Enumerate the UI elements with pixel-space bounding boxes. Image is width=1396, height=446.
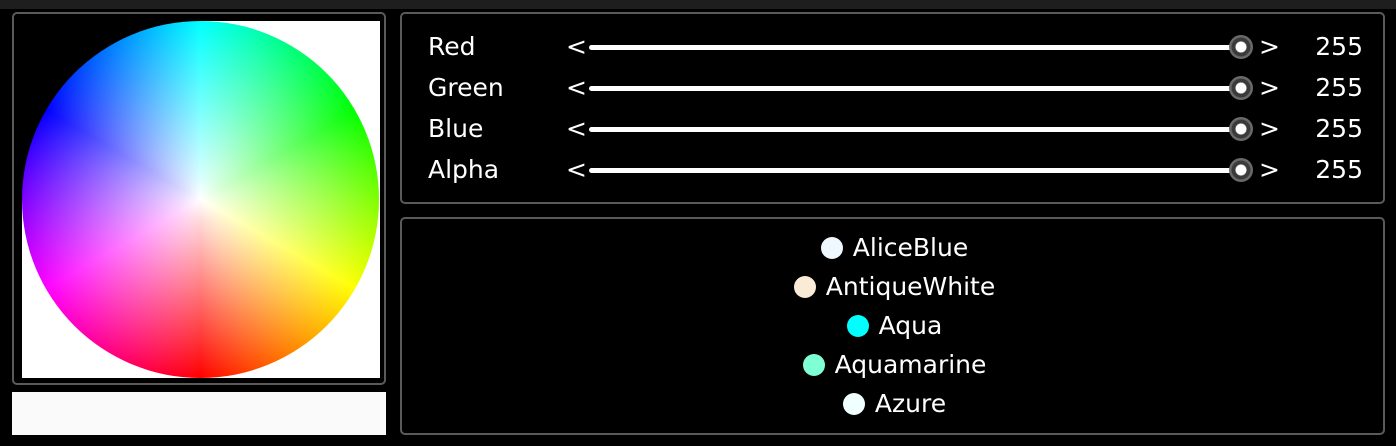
increment-blue-button[interactable]: > [1259,114,1280,144]
increment-red-button[interactable]: > [1259,32,1280,62]
slider-value-alpha: 255 [1315,155,1363,184]
slider-thumb-alpha[interactable] [1229,158,1253,182]
increment-alpha-button[interactable]: > [1259,155,1280,185]
slider-track-blue[interactable] [589,127,1241,132]
rgba-sliders-panel: Red < > 255 Green < > 255 Blue < > 255 A… [400,12,1385,204]
slider-label-alpha: Alpha [428,155,500,184]
color-name: AliceBlue [852,233,969,262]
selected-color-preview [12,392,386,435]
decrement-red-button[interactable]: < [566,32,587,62]
slider-value-blue: 255 [1315,114,1363,143]
list-item-aqua[interactable]: Aqua [402,308,1387,344]
slider-thumb-red[interactable] [1229,35,1253,59]
slider-value-red: 255 [1315,32,1363,61]
color-swatch-dot [802,354,825,376]
decrement-blue-button[interactable]: < [566,114,587,144]
color-swatch-dot [846,315,869,337]
color-wheel-panel [12,12,386,385]
slider-row-green: Green < > 255 [402,73,1387,103]
decrement-green-button[interactable]: < [566,73,587,103]
color-wheel[interactable] [22,21,379,378]
slider-track-alpha[interactable] [589,168,1241,173]
list-item-azure[interactable]: Azure [402,386,1387,422]
slider-label-blue: Blue [428,114,484,143]
list-item-aquamarine[interactable]: Aquamarine [402,347,1387,383]
slider-row-red: Red < > 255 [402,32,1387,62]
slider-track-green[interactable] [589,86,1241,91]
slider-row-blue: Blue < > 255 [402,114,1387,144]
window-top-bar [0,0,1396,9]
slider-value-green: 255 [1315,73,1363,102]
color-name: Aqua [878,311,943,340]
color-name: Aquamarine [834,350,987,379]
list-item-aliceblue[interactable]: AliceBlue [402,230,1387,266]
named-colors-list: AliceBlue AntiqueWhite Aqua Aquamarine A… [400,217,1385,435]
decrement-alpha-button[interactable]: < [566,155,587,185]
slider-track-red[interactable] [589,45,1241,50]
slider-row-alpha: Alpha < > 255 [402,155,1387,185]
color-swatch-dot [793,276,816,298]
slider-thumb-blue[interactable] [1229,117,1253,141]
color-swatch-dot [842,393,865,415]
slider-label-green: Green [428,73,504,102]
list-item-antiquewhite[interactable]: AntiqueWhite [402,269,1387,305]
color-name: AntiqueWhite [825,272,996,301]
color-swatch-dot [820,237,843,259]
slider-thumb-green[interactable] [1229,76,1253,100]
increment-green-button[interactable]: > [1259,73,1280,103]
slider-label-red: Red [428,32,476,61]
color-name: Azure [874,389,947,418]
